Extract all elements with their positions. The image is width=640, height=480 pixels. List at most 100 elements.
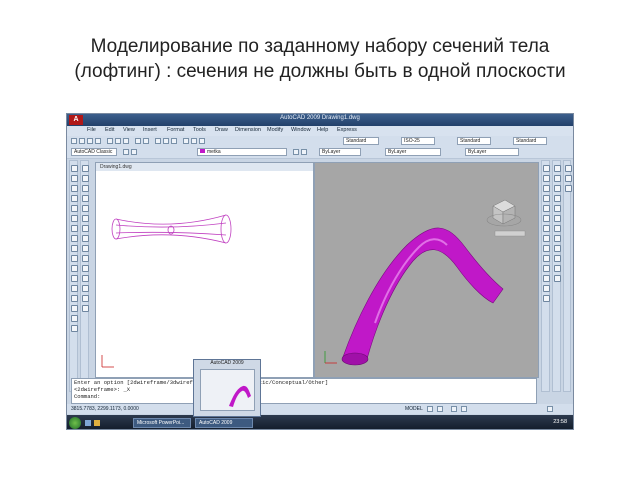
- orbit-icon[interactable]: [554, 265, 561, 272]
- region-icon[interactable]: [71, 305, 78, 312]
- point-icon[interactable]: [71, 285, 78, 292]
- zoom-window-icon[interactable]: [171, 138, 177, 144]
- top-view-icon[interactable]: [554, 165, 561, 172]
- menu-draw[interactable]: Draw: [215, 127, 228, 133]
- extend-icon[interactable]: [82, 265, 89, 272]
- dim-style-select[interactable]: ISO-25: [401, 137, 435, 145]
- taskbar-thumbnail-preview[interactable]: AutoCAD 2009: [193, 359, 261, 417]
- cylinder-icon[interactable]: [543, 185, 550, 192]
- subtract-icon[interactable]: [543, 275, 550, 282]
- left-view-icon[interactable]: [554, 185, 561, 192]
- circle-icon[interactable]: [71, 225, 78, 232]
- viewport-3d[interactable]: [314, 162, 539, 378]
- menu-format[interactable]: Format: [167, 127, 184, 133]
- hatch-icon[interactable]: [71, 295, 78, 302]
- menu-file[interactable]: File: [87, 127, 96, 133]
- paste-icon[interactable]: [123, 138, 129, 144]
- se-iso-icon[interactable]: [554, 235, 561, 242]
- layer-manager-icon[interactable]: [123, 149, 129, 155]
- linetype-select[interactable]: ByLayer: [385, 148, 441, 156]
- properties-icon[interactable]: [183, 138, 189, 144]
- menu-window[interactable]: Window: [291, 127, 311, 133]
- materials-icon[interactable]: [565, 185, 572, 192]
- sw-iso-icon[interactable]: [554, 225, 561, 232]
- taskbar-autocad[interactable]: AutoCAD 2009: [195, 418, 253, 428]
- explode-icon[interactable]: [82, 305, 89, 312]
- visual-style-icon[interactable]: [554, 275, 561, 282]
- zoom-icon[interactable]: [163, 138, 169, 144]
- taskbar-powerpoint[interactable]: Microsoft PowerPoi...: [133, 418, 191, 428]
- mtext-icon[interactable]: [71, 325, 78, 332]
- extrude-icon[interactable]: [543, 225, 550, 232]
- quick-view-drawings-icon[interactable]: [437, 406, 443, 412]
- make-current-icon[interactable]: [293, 149, 299, 155]
- text-style-select[interactable]: Standard: [343, 137, 379, 145]
- arc-icon[interactable]: [71, 215, 78, 222]
- workspace-select[interactable]: AutoCAD Classic: [71, 148, 117, 156]
- chamfer-icon[interactable]: [82, 285, 89, 292]
- ne-iso-icon[interactable]: [554, 245, 561, 252]
- table-style-select[interactable]: Standard: [457, 137, 491, 145]
- menu-view[interactable]: View: [123, 127, 135, 133]
- layer-select[interactable]: metka: [197, 148, 287, 156]
- clean-screen-icon[interactable]: [547, 406, 553, 412]
- bottom-view-icon[interactable]: [554, 175, 561, 182]
- rotate-icon[interactable]: [82, 225, 89, 232]
- box-icon[interactable]: [543, 165, 550, 172]
- front-view-icon[interactable]: [554, 205, 561, 212]
- revcloud-icon[interactable]: [71, 235, 78, 242]
- stretch-icon[interactable]: [82, 245, 89, 252]
- union-icon[interactable]: [543, 265, 550, 272]
- move-icon[interactable]: [82, 215, 89, 222]
- copy-icon[interactable]: [115, 138, 121, 144]
- menu-edit[interactable]: Edit: [105, 127, 114, 133]
- quick-launch-icon[interactable]: [85, 420, 91, 426]
- scale-icon[interactable]: [82, 235, 89, 242]
- save-icon[interactable]: [87, 138, 93, 144]
- ellipse-icon[interactable]: [71, 255, 78, 262]
- command-prompt[interactable]: Command:: [74, 393, 536, 400]
- intersect-icon[interactable]: [543, 285, 550, 292]
- make-block-icon[interactable]: [71, 275, 78, 282]
- copy-object-icon[interactable]: [82, 175, 89, 182]
- model-space-toggle[interactable]: MODEL: [405, 406, 423, 412]
- pan-icon[interactable]: [155, 138, 161, 144]
- cone-icon[interactable]: [543, 195, 550, 202]
- lights-icon[interactable]: [565, 175, 572, 182]
- system-tray-clock[interactable]: 23:58: [553, 419, 567, 425]
- menu-express[interactable]: Express: [337, 127, 357, 133]
- back-view-icon[interactable]: [554, 215, 561, 222]
- menu-modify[interactable]: Modify: [267, 127, 283, 133]
- right-view-icon[interactable]: [554, 195, 561, 202]
- polygon-icon[interactable]: [71, 195, 78, 202]
- cut-icon[interactable]: [107, 138, 113, 144]
- drawing-window[interactable]: Drawing1.dwg: [95, 162, 314, 378]
- redo-icon[interactable]: [143, 138, 149, 144]
- print-icon[interactable]: [95, 138, 101, 144]
- layer-on-icon[interactable]: [131, 149, 137, 155]
- break-icon[interactable]: [82, 275, 89, 282]
- menu-dimension[interactable]: Dimension: [235, 127, 261, 133]
- open-icon[interactable]: [79, 138, 85, 144]
- design-center-icon[interactable]: [191, 138, 197, 144]
- spline-icon[interactable]: [71, 245, 78, 252]
- layer-previous-icon[interactable]: [301, 149, 307, 155]
- render-icon[interactable]: [565, 165, 572, 172]
- multileader-style-select[interactable]: Standard: [513, 137, 547, 145]
- loft-sections-wireframe[interactable]: [96, 171, 313, 377]
- wedge-icon[interactable]: [543, 205, 550, 212]
- command-line[interactable]: Enter an option [2dwireframe/3dwireframe…: [71, 378, 537, 404]
- tool-palettes-icon[interactable]: [199, 138, 205, 144]
- nw-iso-icon[interactable]: [554, 255, 561, 262]
- sphere-icon[interactable]: [543, 175, 550, 182]
- insert-block-icon[interactable]: [71, 265, 78, 272]
- erase-icon[interactable]: [82, 165, 89, 172]
- construction-line-icon[interactable]: [71, 175, 78, 182]
- pan-status-icon[interactable]: [451, 406, 457, 412]
- color-select[interactable]: ByLayer: [319, 148, 361, 156]
- loft-icon[interactable]: [543, 235, 550, 242]
- menu-help[interactable]: Help: [317, 127, 328, 133]
- zoom-status-icon[interactable]: [461, 406, 467, 412]
- quick-view-layouts-icon[interactable]: [427, 406, 433, 412]
- slice-icon[interactable]: [543, 295, 550, 302]
